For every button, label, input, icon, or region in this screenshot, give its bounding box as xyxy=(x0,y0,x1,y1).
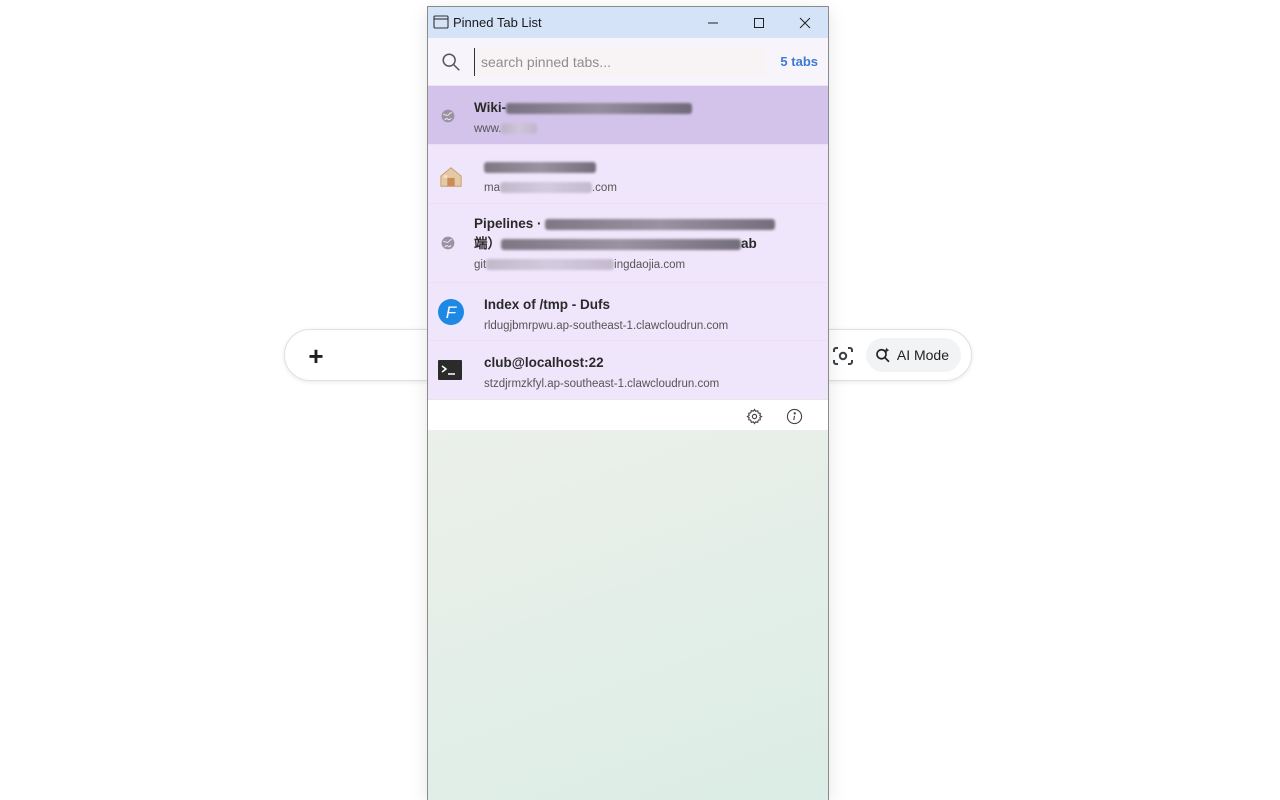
settings-button[interactable] xyxy=(744,406,764,426)
search-input[interactable] xyxy=(474,48,766,76)
pinned-tab-list-window: Pinned Tab List 5 tabs Wiki- www xyxy=(427,6,829,800)
tab-title: Index of /tmp - Dufs xyxy=(484,297,610,312)
tab-row-wiki[interactable]: Wiki- www. xyxy=(428,86,828,145)
maximize-button[interactable] xyxy=(736,7,782,38)
globe-icon xyxy=(438,106,458,126)
window-title: Pinned Tab List xyxy=(453,15,542,30)
tab-title: Wiki- xyxy=(474,98,816,118)
search-row: 5 tabs xyxy=(428,38,828,86)
close-button[interactable] xyxy=(782,7,828,38)
svg-text:F: F xyxy=(446,303,458,322)
title-bar[interactable]: Pinned Tab List xyxy=(428,7,828,38)
tab-title xyxy=(484,157,816,177)
pinned-tab-list: Wiki- www. ma .com Pipelines · 端） ab git… xyxy=(428,86,828,399)
gear-icon xyxy=(745,407,763,425)
info-icon xyxy=(786,408,802,424)
tab-row-dufs[interactable]: F Index of /tmp - Dufs rldugjbmrpwu.ap-s… xyxy=(428,283,828,341)
footer-bar xyxy=(428,399,828,430)
tab-row-pipelines[interactable]: Pipelines · 端） ab git ingdaojia.com xyxy=(428,204,828,283)
tab-title: club@localhost:22 xyxy=(484,355,604,370)
dufs-f-icon: F xyxy=(438,299,464,325)
globe-icon xyxy=(438,233,458,253)
terminal-icon xyxy=(438,359,462,381)
tab-url: rldugjbmrpwu.ap-southeast-1.clawcloudrun… xyxy=(484,320,729,332)
tab-url: ma .com xyxy=(484,182,617,194)
tab-title-line2: 端） ab xyxy=(474,236,757,251)
camera-lens-icon[interactable] xyxy=(831,344,855,368)
house-icon xyxy=(438,164,464,190)
maximize-icon xyxy=(754,17,764,28)
tab-url: stzdjrmzkfyl.ap-southeast-1.clawcloudrun… xyxy=(484,378,720,390)
ai-mode-button[interactable]: AI Mode xyxy=(865,338,961,372)
tab-row-club[interactable]: club@localhost:22 stzdjrmzkfyl.ap-southe… xyxy=(428,341,828,399)
sparkle-search-icon xyxy=(876,347,890,363)
window-app-icon xyxy=(433,15,449,29)
tab-url: www. xyxy=(474,120,816,138)
tab-title: Pipelines · xyxy=(474,214,816,234)
tab-url: git ingdaojia.com xyxy=(474,259,686,271)
minimize-icon xyxy=(708,22,718,23)
minimize-button[interactable] xyxy=(690,7,736,38)
info-button[interactable] xyxy=(784,406,804,426)
add-button[interactable]: + xyxy=(301,341,331,371)
tab-row-ma[interactable]: ma .com xyxy=(428,145,828,204)
ai-mode-label: AI Mode xyxy=(896,347,949,363)
tab-count-badge: 5 tabs xyxy=(780,54,818,69)
close-icon xyxy=(799,17,811,28)
search-icon xyxy=(442,53,460,71)
